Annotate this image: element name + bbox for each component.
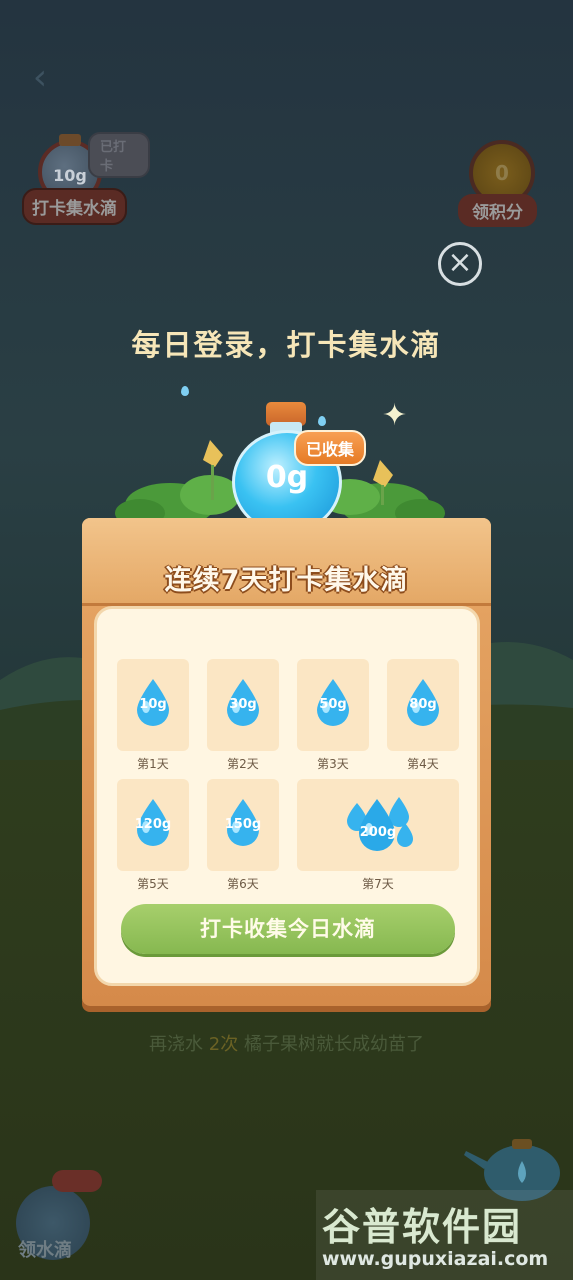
day-card-1: 10g xyxy=(117,659,189,751)
checkin-widget[interactable]: 10g 已打卡 打卡集水滴 xyxy=(20,130,150,225)
day-amount: 120g xyxy=(134,817,172,832)
small-drop-icon xyxy=(181,386,189,396)
day-amount: 200g xyxy=(359,825,397,840)
day-label: 第2天 xyxy=(227,757,259,771)
day-card-5: 120g xyxy=(117,779,189,871)
day-label: 第7天 xyxy=(362,877,394,891)
close-icon[interactable]: × xyxy=(438,242,482,286)
modal-title: 每日登录，打卡集水滴 xyxy=(131,328,442,362)
checkin-widget-amount: 10g xyxy=(53,166,87,185)
back-icon[interactable]: ‹ xyxy=(20,55,60,101)
water-drops-cluster-icon xyxy=(347,797,413,851)
points-widget[interactable]: 0 领积分 xyxy=(455,140,555,230)
checkin-widget-label: 打卡集水滴 xyxy=(22,188,127,225)
day-card-3: 50g xyxy=(297,659,369,751)
collected-badge: 已收集 xyxy=(294,430,367,466)
day-amount: 150g xyxy=(224,817,262,832)
day-amount: 50g xyxy=(319,697,347,712)
points-widget-label: 领积分 xyxy=(458,194,537,227)
checkin-board: 连续7天打卡集水滴 10g 第1天 30g 第2天 50g 第3天 80g 第4… xyxy=(82,518,491,1006)
progress-count: 2次 xyxy=(208,1034,239,1055)
growth-progress-text: 再浇水 2次 橘子果树就长成幼苗了 xyxy=(0,1030,573,1056)
day-card-7: 200g xyxy=(297,779,459,871)
watermark-url: www.gupuxiazai.com xyxy=(322,1248,549,1270)
watermark-title: 谷普软件园 xyxy=(322,1205,523,1249)
cork-icon xyxy=(59,134,81,146)
day-card-6: 150g xyxy=(207,779,279,871)
day-label: 第3天 xyxy=(317,757,349,771)
collect-water-label: 领水滴 xyxy=(18,1240,72,1261)
day-label: 第4天 xyxy=(407,757,439,771)
day-amount: 30g xyxy=(229,697,257,712)
collect-water-widget[interactable]: 领水滴 xyxy=(14,1170,104,1266)
day-label: 第6天 xyxy=(227,877,259,891)
progress-suffix: 橘子果树就长成幼苗了 xyxy=(238,1034,424,1055)
water-bottle: 0g xyxy=(228,402,346,534)
progress-prefix: 再浇水 xyxy=(149,1034,209,1055)
watermark: 谷普软件园 www.gupuxiazai.com xyxy=(316,1190,573,1280)
days-panel: 10g 第1天 30g 第2天 50g 第3天 80g 第4天 120g 第5天… xyxy=(94,606,480,986)
collect-today-button[interactable]: 打卡收集今日水滴 xyxy=(121,904,455,954)
day-card-4: 80g xyxy=(387,659,459,751)
day-card-2: 30g xyxy=(207,659,279,751)
day-label: 第1天 xyxy=(137,757,169,771)
checkin-status-tag: 已打卡 xyxy=(88,132,150,178)
day-label: 第5天 xyxy=(137,877,169,891)
board-title: 连续7天打卡集水滴 xyxy=(164,565,409,596)
water-widget-badge xyxy=(52,1170,102,1192)
day-amount: 80g xyxy=(409,697,437,712)
day-amount: 10g xyxy=(139,697,167,712)
